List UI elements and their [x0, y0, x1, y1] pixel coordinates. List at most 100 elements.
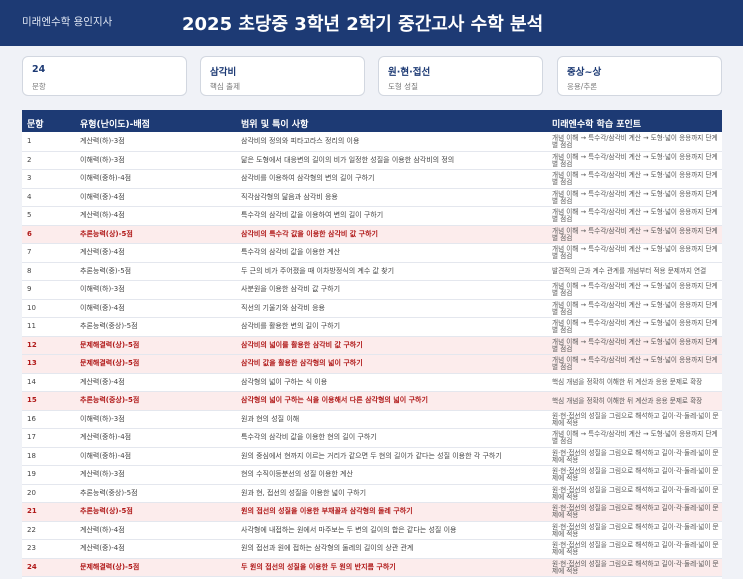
cell-type: 계산력(중)-4점: [80, 377, 125, 386]
cell-type: 추론능력(상)-5점: [80, 507, 133, 516]
cell-point: 원·현·접선의 성질을 그림으로 해석하고 길이·각·둘레·넓이 문제에 적용: [552, 467, 719, 482]
table-row: 16 이해력(하)-3점 원과 현의 성질 이해 원·현·접선의 성질을 그림으로 해…: [22, 410, 722, 429]
cell-scope: 직각삼각형의 닮음과 삼각비 응용: [241, 192, 338, 201]
page-title: 2025 초당중 3학년 2학기 중간고사 수학 분석: [182, 14, 544, 35]
cell-scope: 원과 현, 접선의 성질을 이용한 넓이 구하기: [241, 488, 367, 497]
cell-scope: 현의 수직이등분선의 성질 이용한 계산: [241, 470, 353, 479]
cell-number: 22: [27, 525, 36, 534]
table-row: 7 계산력(중)-4점 특수각의 삼각비 값을 이용한 계산 개념 이해 → 특수각/…: [22, 244, 722, 263]
analysis-table: 문항 유형(난이도)-배점 범위 및 특이 사항 미래엔수학 학습 포인트 1 계…: [22, 110, 722, 579]
cell-scope: 사분원을 이용한 삼각비 값 구하기: [241, 285, 341, 294]
cell-scope: 삼각형의 넓이 구하는 식을 이용해서 다른 삼각형의 넓이 구하기: [241, 396, 428, 405]
table-row: 2 이해력(하)-3점 닮은 도형에서 대응변의 길이의 비가 일정한 성질을 이용…: [22, 151, 722, 170]
cell-type: 이해력(하)-3점: [80, 414, 125, 423]
cell-scope: 원과 현의 성질 이해: [241, 414, 300, 423]
cell-scope: 특수각의 삼각비 값을 이용한 현의 길이 구하기: [241, 433, 377, 442]
cell-type: 문제해결력(상)-5점: [80, 359, 140, 368]
table-row: 5 계산력(하)-4점 특수각의 삼각비 값을 이용하여 변의 길이 구하기 개념 이…: [22, 207, 722, 226]
cell-point: 개념 이해 → 특수각/삼각비 계산 → 도형·넓이 응용까지 단계별 점검: [552, 300, 718, 316]
cell-point: 개념 이해 → 특수각/삼각비 계산 → 도형·넓이 응용까지 단계별 점검: [552, 245, 718, 260]
cell-point: 개념 이해 → 특수각/삼각비 계산 → 도형·넓이 응용까지 단계별 점검: [552, 356, 718, 371]
card-caption: 핵심 출제: [210, 82, 240, 91]
cell-number: 1: [27, 137, 32, 146]
cell-point: 개념 이해 → 특수각/삼각비 계산 → 도형·넓이 응용까지 단계별 점검: [552, 282, 718, 297]
cell-point: 개념 이해 → 특수각/삼각비 계산 → 도형·넓이 응용까지 단계별 점검: [552, 171, 718, 186]
cell-number: 13: [27, 359, 37, 368]
cell-number: 14: [27, 377, 36, 386]
summary-card-count: 24 문항: [22, 56, 187, 96]
cell-number: 11: [27, 322, 36, 331]
cell-type: 추론능력(중)-5점: [80, 266, 132, 275]
summary-card-difficulty: 중상~상 응용/추론: [557, 56, 722, 96]
column-header-point: 미래엔수학 학습 포인트: [552, 120, 642, 130]
cell-type: 이해력(중)-4점: [80, 303, 125, 312]
cell-number: 17: [27, 433, 36, 442]
cell-number: 2: [27, 155, 32, 164]
card-value: 삼각비: [210, 67, 237, 78]
brand-name: 미래엔수학 용인지사: [22, 16, 113, 28]
column-header-type: 유형(난이도)-배점: [80, 120, 150, 130]
table-row: 3 이해력(중하)-4점 삼각비를 이용하여 삼각형의 변의 길이 구하기 개념 이해…: [22, 170, 722, 189]
card-value: 중상~상: [567, 67, 602, 78]
cell-scope: 삼각형의 넓이 구하는 식 이용: [241, 377, 328, 386]
summary-cards: 24 문항 삼각비 핵심 출제 원·현·접선 도형 성질 중상~상 응용/추론: [22, 56, 722, 96]
cell-scope: 사각형에 내접하는 원에서 마주보는 두 변의 길이의 합은 같다는 성질 이용: [241, 525, 457, 534]
table-row: 20 추론능력(중상)-5점 원과 현, 접선의 성질을 이용한 넓이 구하기 원·현…: [22, 484, 722, 503]
cell-number: 7: [27, 248, 32, 257]
cell-type: 추론능력(중상)-5점: [80, 488, 138, 497]
cell-point: 개념 이해 → 특수각/삼각비 계산 → 도형·넓이 응용까지 단계별 점검: [552, 208, 718, 223]
cell-point: 핵심 개념을 정확히 이해한 뒤 계산과 응용 문제로 확장: [552, 396, 703, 405]
cell-scope: 원의 접선과 원에 접하는 삼각형의 둘레의 길이의 상관 관계: [241, 544, 414, 553]
column-header-scope: 범위 및 특이 사항: [241, 120, 309, 130]
table-row: 11 추론능력(중상)-5점 삼각비를 활용한 변의 길이 구하기 개념 이해 → 특…: [22, 318, 722, 337]
cell-type: 이해력(중하)-4점: [80, 451, 132, 460]
cell-scope: 두 원의 접선의 성질을 이용한 두 원의 반지름 구하기: [241, 562, 396, 571]
column-header-number: 문항: [27, 120, 44, 130]
cell-number: 16: [27, 414, 36, 423]
cell-point: 개념 이해 → 특수각/삼각비 계산 → 도형·넓이 응용까지 단계별 점검: [552, 134, 718, 149]
table-row: 13 문제해결력(상)-5점 삼각비 값을 활용한 삼각형의 넓이 구하기 개념 이해…: [22, 355, 722, 374]
cell-point: 원·현·접선의 성질을 그림으로 해석하고 길이·각·둘레·넓이 문제에 적용: [552, 541, 719, 556]
cell-number: 21: [27, 507, 37, 516]
table-row: 12 문제해결력(상)-5점 삼각비의 넓이를 활용한 삼각비 값 구하기 개념 이해…: [22, 336, 722, 355]
cell-scope: 특수각의 삼각비 값을 이용한 계산: [241, 248, 341, 257]
table-row: 24 문제해결력(상)-5점 두 원의 접선의 성질을 이용한 두 원의 반지름 구…: [22, 558, 722, 577]
cell-type: 계산력(중)-4점: [80, 544, 125, 553]
cell-point: 원·현·접선의 성질을 그림으로 해석하고 길이·각·둘레·넓이 문제에 적용: [552, 411, 719, 427]
cell-type: 이해력(하)-3점: [80, 285, 125, 294]
cell-scope: 직선의 기울기와 삼각비 응용: [241, 303, 325, 312]
cell-point: 원·현·접선의 성질을 그림으로 해석하고 길이·각·둘레·넓이 문제에 적용: [552, 559, 719, 575]
cell-scope: 삼각비 값을 활용한 삼각형의 넓이 구하기: [241, 359, 363, 368]
page-header: 미래엔수학 용인지사 2025 초당중 3학년 2학기 중간고사 수학 분석: [0, 0, 743, 46]
card-caption: 도형 성질: [388, 82, 418, 91]
cell-number: 24: [27, 562, 37, 571]
cell-point: 개념 이해 → 특수각/삼각비 계산 → 도형·넓이 응용까지 단계별 점검: [552, 152, 718, 168]
cell-scope: 특수각의 삼각비 값을 이용하여 변의 길이 구하기: [241, 211, 384, 220]
cell-type: 이해력(중)-4점: [80, 192, 125, 201]
table-row: 10 이해력(중)-4점 직선의 기울기와 삼각비 응용 개념 이해 → 특수각/삼각…: [22, 299, 722, 318]
cell-scope: 원의 접선의 성질을 이용한 부채꼴과 삼각형의 둘레 구하기: [241, 507, 413, 516]
cell-type: 추론능력(상)-5점: [80, 229, 133, 238]
summary-card-focus: 삼각비 핵심 출제: [200, 56, 365, 96]
cell-type: 계산력(중)-4점: [80, 248, 125, 257]
cell-type: 계산력(하)-3점: [80, 137, 125, 146]
cell-scope: 삼각비의 특수각 값을 이용한 삼각비 값 구하기: [241, 229, 378, 238]
cell-type: 계산력(중하)-4점: [80, 433, 132, 442]
cell-point: 개념 이해 → 특수각/삼각비 계산 → 도형·넓이 응용까지 단계별 점검: [552, 226, 718, 242]
table-row: 19 계산력(하)-3점 현의 수직이등분선의 성질 이용한 계산 원·현·접선의 성…: [22, 466, 722, 485]
cell-number: 18: [27, 451, 36, 460]
table-row: 4 이해력(중)-4점 직각삼각형의 닮음과 삼각비 응용 개념 이해 → 특수각/삼…: [22, 188, 722, 207]
card-caption: 응용/추론: [567, 82, 598, 91]
cell-point: 원·현·접선의 성질을 그림으로 해석하고 길이·각·둘레·넓이 문제에 적용: [552, 485, 719, 501]
cell-number: 15: [27, 396, 37, 405]
cell-number: 4: [27, 192, 32, 201]
cell-point: 개념 이해 → 특수각/삼각비 계산 → 도형·넓이 응용까지 단계별 점검: [552, 337, 718, 353]
cell-point: 핵심 개념을 정확히 이해한 뒤 계산과 응용 문제로 확장: [552, 378, 703, 387]
cell-point: 개념 이해 → 특수각/삼각비 계산 → 도형·넓이 응용까지 단계별 점검: [552, 319, 718, 334]
table-row: 18 이해력(중하)-4점 원의 중심에서 현까지 이르는 거리가 같으면 두 현의…: [22, 447, 722, 466]
cell-number: 12: [27, 340, 37, 349]
cell-scope: 삼각비의 넓이를 활용한 삼각비 값 구하기: [241, 340, 363, 349]
cell-point: 발견적의 근과 계수 관계를 개념부터 적용 문제까지 연결: [552, 267, 707, 276]
cell-type: 이해력(중하)-4점: [80, 174, 132, 183]
table-row: 14 계산력(중)-4점 삼각형의 넓이 구하는 식 이용 핵심 개념을 정확히 이해…: [22, 373, 722, 392]
